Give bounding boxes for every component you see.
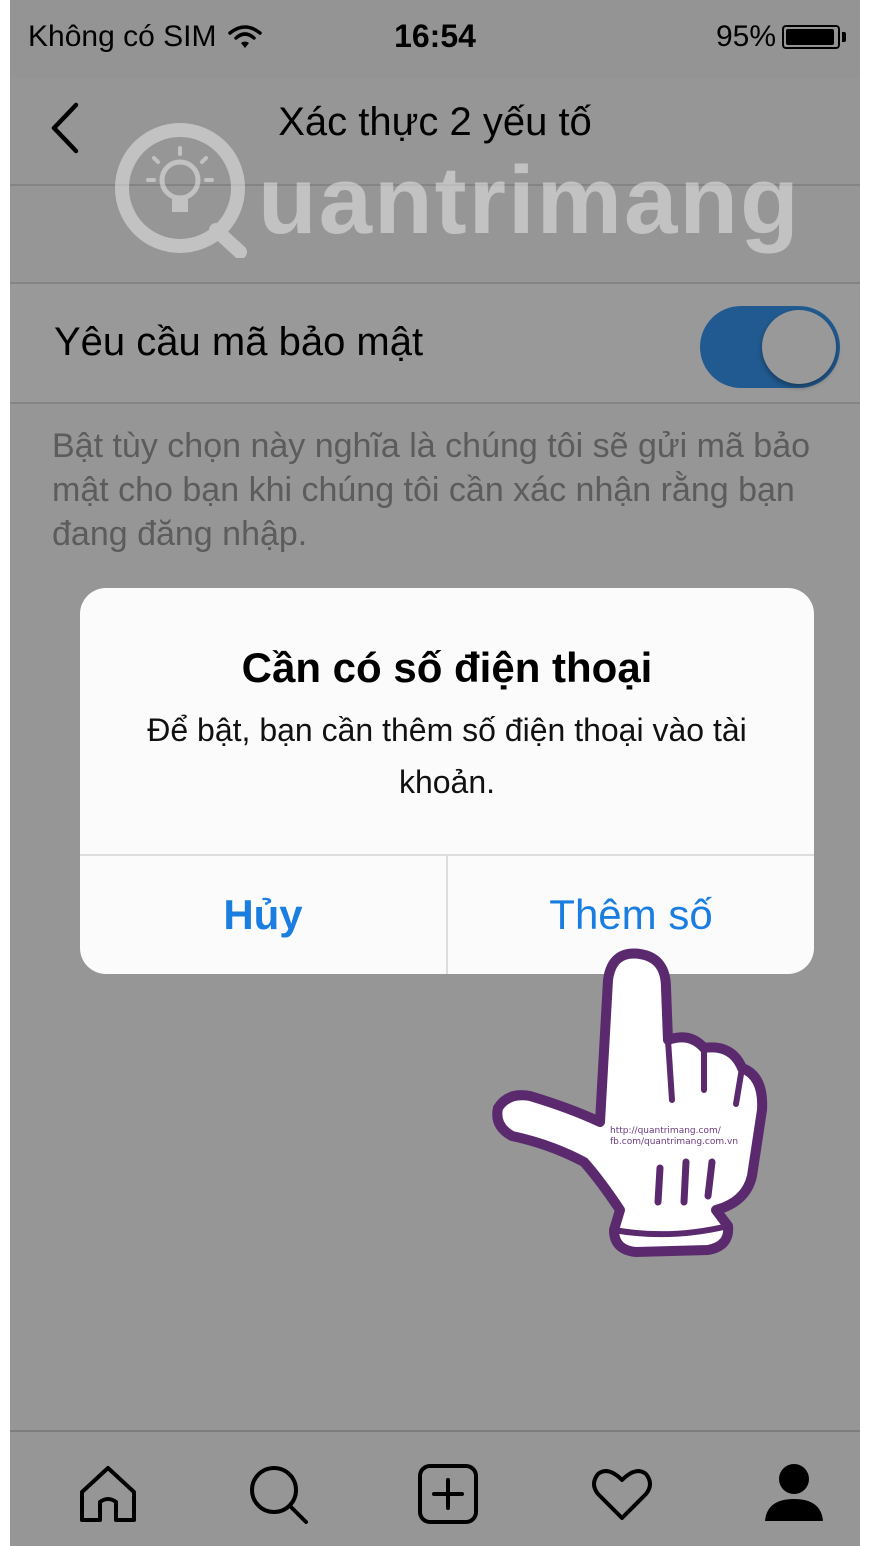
alert-dialog: Cần có số điện thoại Để bật, bạn cần thê… xyxy=(80,588,814,974)
watermark: uantrimang xyxy=(108,118,828,258)
watermark-text: uantrimang xyxy=(258,147,801,254)
cancel-button[interactable]: Hủy xyxy=(80,856,446,974)
alert-message: Để bật, bạn cần thêm số điện thoại vào t… xyxy=(147,712,747,800)
pointing-hand-icon xyxy=(492,948,768,1257)
hand-watermark-text: http://quantrimang.com/ fb.com/quantrima… xyxy=(610,1126,739,1147)
lightbulb-icon xyxy=(115,123,247,258)
alert-title: Cần có số điện thoại xyxy=(241,644,653,691)
phone-screen: Không có SIM 16:54 95% Xác thực 2 yếu tố… xyxy=(10,0,860,1546)
